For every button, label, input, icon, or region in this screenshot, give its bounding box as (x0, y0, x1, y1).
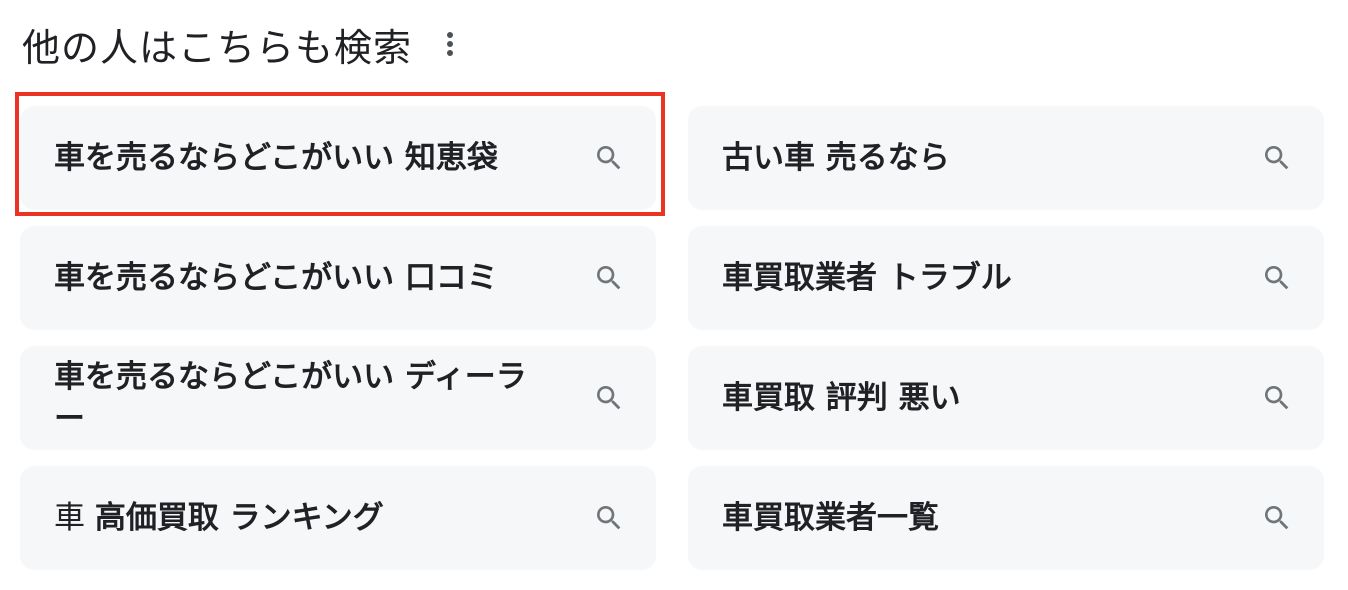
related-search-label: 古い車 売るなら (722, 137, 1260, 179)
search-icon (1260, 261, 1294, 295)
more-options-button[interactable] (440, 24, 460, 64)
related-search-label: 車買取業者一覧 (722, 497, 1260, 539)
section-title: 他の人はこちらも検索 (22, 25, 413, 70)
label-bold-part: 車を売るならどこがいい ディーラー (54, 359, 527, 437)
more-vert-icon (447, 32, 454, 56)
search-icon (592, 501, 626, 535)
related-search-chip[interactable]: 車買取業者一覧 (688, 466, 1324, 570)
label-plain-part: 車 (54, 500, 95, 536)
related-search-chip[interactable]: 車買取業者 トラブル (688, 226, 1324, 330)
label-bold-part: 車を売るならどこがいい 口コミ (54, 260, 498, 296)
search-icon (592, 141, 626, 175)
label-bold-part: 車を売るならどこがいい 知恵袋 (54, 140, 498, 176)
related-search-label: 車を売るならどこがいい ディーラー (54, 356, 592, 440)
label-bold-part: 古い車 売るなら (722, 140, 950, 176)
related-search-chip[interactable]: 車買取 評判 悪い (688, 346, 1324, 450)
search-icon (592, 261, 626, 295)
label-bold-part: 車買取 評判 悪い (722, 380, 961, 416)
related-search-label: 車買取 評判 悪い (722, 377, 1260, 419)
search-icon (1260, 501, 1294, 535)
search-icon (1260, 381, 1294, 415)
label-bold-part: 車買取業者 トラブル (722, 260, 1012, 296)
related-search-label: 車を売るならどこがいい 口コミ (54, 257, 592, 299)
related-search-chip[interactable]: 車を売るならどこがいい ディーラー (20, 346, 656, 450)
related-searches-header: 他の人はこちらも検索 (22, 14, 460, 74)
related-search-chip[interactable]: 車を売るならどこがいい 知恵袋 (20, 106, 656, 210)
search-icon (592, 381, 626, 415)
related-search-chip[interactable]: 古い車 売るなら (688, 106, 1324, 210)
label-bold-part: 車買取業者一覧 (722, 500, 939, 536)
related-search-label: 車を売るならどこがいい 知恵袋 (54, 137, 592, 179)
related-search-label: 車買取業者 トラブル (722, 257, 1260, 299)
related-searches-grid: 車を売るならどこがいい 知恵袋 古い車 売るなら 車を売るならどこがいい 口コミ… (20, 106, 1324, 570)
related-search-label: 車 高価買取 ランキング (54, 497, 592, 539)
related-search-chip[interactable]: 車 高価買取 ランキング (20, 466, 656, 570)
related-search-chip[interactable]: 車を売るならどこがいい 口コミ (20, 226, 656, 330)
search-icon (1260, 141, 1294, 175)
label-bold-part: 高価買取 ランキング (94, 500, 384, 536)
